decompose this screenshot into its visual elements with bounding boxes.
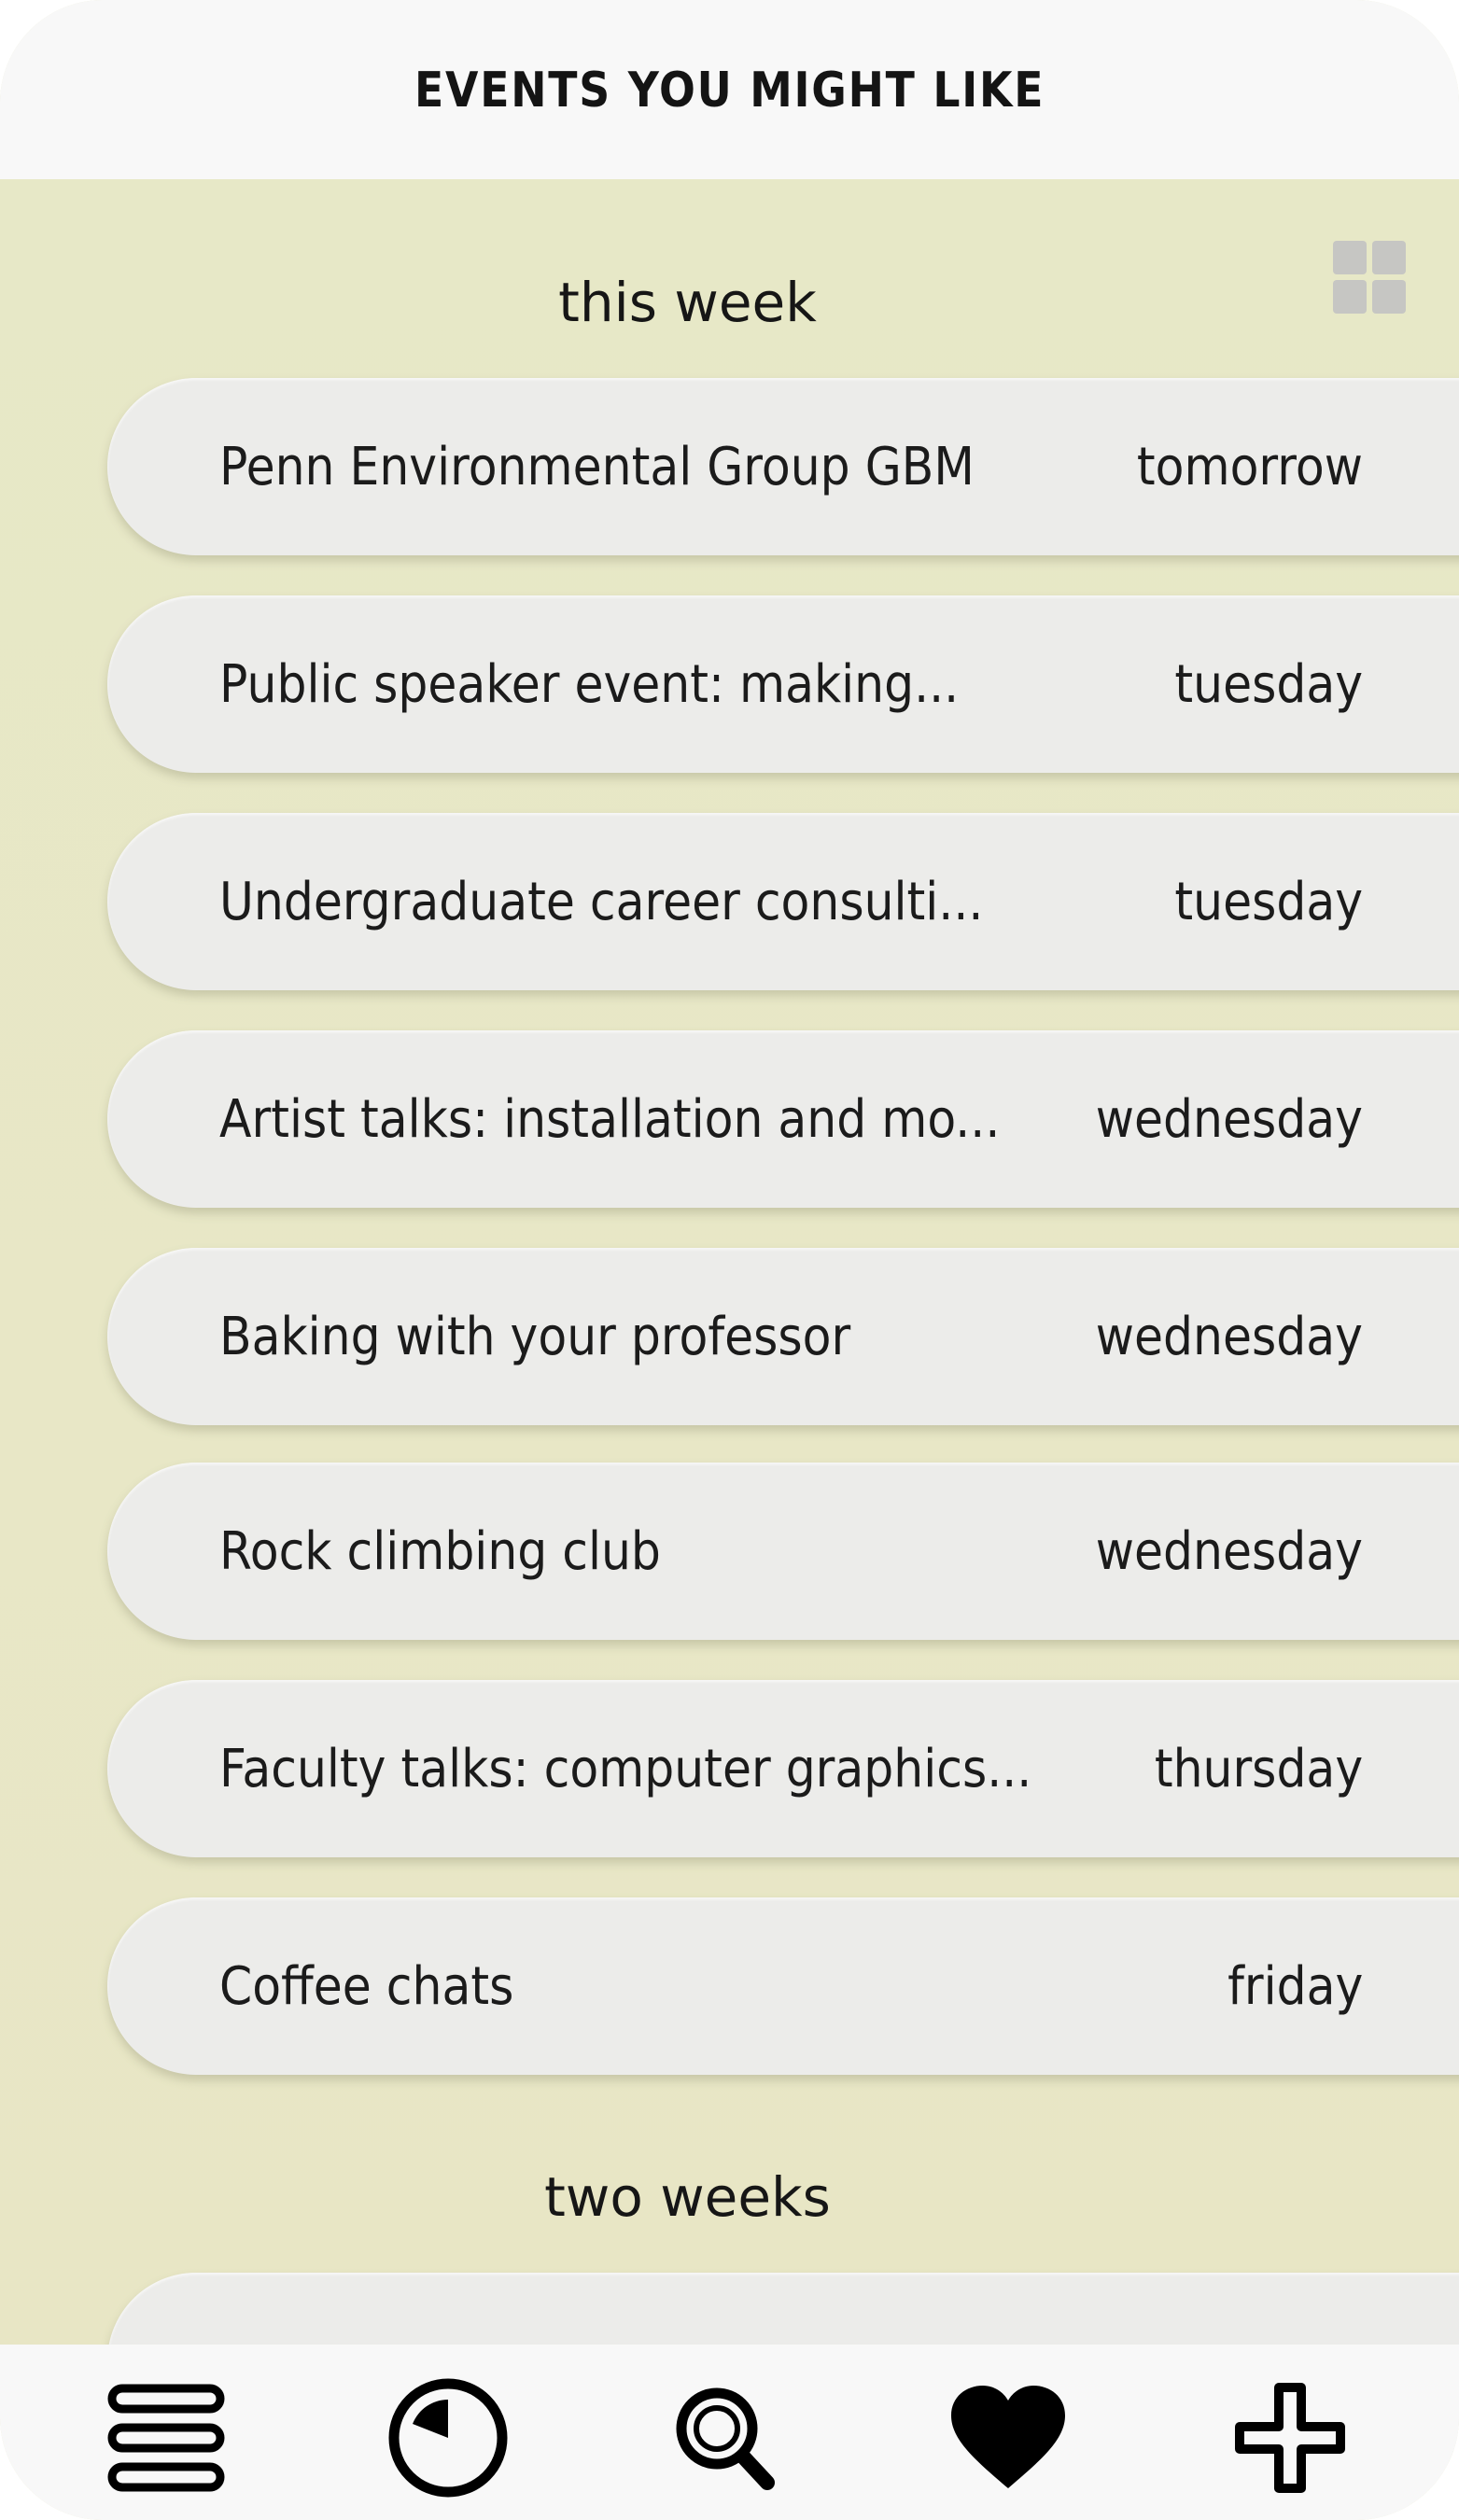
clock-icon[interactable] [383,2373,513,2503]
event-name: Rock climbing club [219,1520,661,1582]
section-heading-this-week: this week [558,271,817,334]
event-day: tomorrow [1136,436,1363,497]
event-day: wednesday [1095,1306,1363,1367]
event-day: tuesday [1174,871,1363,932]
event-card[interactable]: Undergraduate career consulti... tuesday [107,813,1459,990]
event-day: tuesday [1174,653,1363,715]
event-name: Public speaker event: making... [219,653,960,715]
event-card[interactable]: Faculty talks: computer graphics... thur… [107,1680,1459,1857]
event-name: Undergraduate career consulti... [219,871,984,932]
event-day: friday [1227,1955,1363,2017]
top-bar: EVENTS YOU MIGHT LIKE [0,0,1459,179]
event-card[interactable]: Public speaker event: making... tuesday [107,595,1459,773]
event-name: Baking with your professor [219,1306,851,1367]
event-day: wednesday [1095,1520,1363,1582]
event-name: Coffee chats [219,1955,514,2017]
bottom-nav [0,2345,1459,2520]
event-name: Artist talks: installation and mo... [219,1088,1001,1150]
event-name: Penn Environmental Group GBM [219,436,975,497]
event-card[interactable]: Coffee chats friday [107,1897,1459,2075]
event-name: Faculty talks: computer graphics... [219,1738,1032,1799]
event-card[interactable]: Artist talks: installation and mo... wed… [107,1030,1459,1208]
page-title: EVENTS YOU MIGHT LIKE [414,63,1045,119]
event-card[interactable]: Baking with your professor wednesday [107,1248,1459,1425]
event-card[interactable]: Penn Environmental Group GBM tomorrow [107,378,1459,555]
plus-icon[interactable] [1225,2373,1355,2503]
heart-icon[interactable] [943,2373,1073,2503]
search-icon[interactable] [661,2373,792,2503]
event-card[interactable]: Rock climbing club wednesday [107,1463,1459,1640]
menu-icon[interactable] [101,2373,231,2503]
event-day: wednesday [1095,1088,1363,1150]
app-screen: EVENTS YOU MIGHT LIKE this week Penn Env… [0,0,1459,2520]
section-heading-two-weeks: two weeks [544,2165,831,2229]
event-day: thursday [1154,1738,1363,1799]
